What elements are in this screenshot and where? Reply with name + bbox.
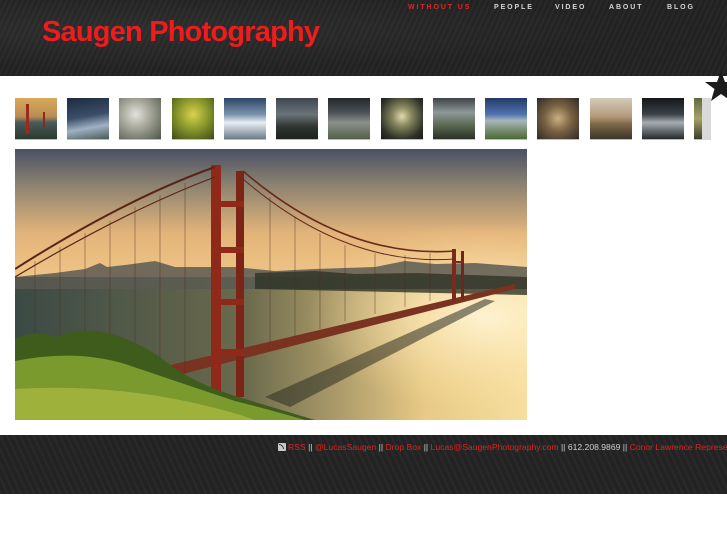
separator: ||	[423, 442, 429, 452]
site-header: Saugen Photography WITHOUT US PEOPLE VID…	[0, 0, 727, 76]
thumb-railway[interactable]	[433, 98, 475, 140]
nav-people[interactable]: PEOPLE	[494, 4, 534, 11]
nav-about[interactable]: ABOUT	[609, 4, 643, 11]
thumb-golden-gate[interactable]	[15, 98, 57, 140]
main-photo	[15, 149, 527, 420]
thumb-dark-interior[interactable]	[642, 98, 684, 140]
thumb-green-tree[interactable]	[172, 98, 214, 140]
site-title[interactable]: Saugen Photography	[42, 16, 320, 49]
thumbnail-scrollbar[interactable]	[702, 98, 711, 140]
thumb-gray-field[interactable]	[328, 98, 370, 140]
separator: ||	[560, 442, 566, 452]
thumb-dark-sky[interactable]	[67, 98, 109, 140]
thumb-partial[interactable]	[694, 98, 702, 140]
main-nav: WITHOUT US PEOPLE VIDEO ABOUT BLOG	[0, 4, 727, 16]
golden-gate-photo	[15, 149, 527, 420]
thumb-flower-plant[interactable]	[381, 98, 423, 140]
thumbnail-strip	[15, 98, 712, 141]
separator: ||	[308, 442, 313, 452]
footer-links: RSS || @LucasSaugen || Drop Box || Lucas…	[278, 442, 727, 452]
thumb-clouds[interactable]	[119, 98, 161, 140]
thumb-ruins[interactable]	[537, 98, 579, 140]
nav-without-us[interactable]: WITHOUT US	[408, 4, 471, 11]
phone-number: 612.208.9869	[567, 442, 621, 452]
representation-link[interactable]: Conor Lawrence Representation	[630, 442, 727, 452]
thumb-dark-landscape[interactable]	[276, 98, 318, 140]
site-footer: RSS || @LucasSaugen || Drop Box || Lucas…	[0, 435, 727, 494]
rss-link[interactable]: RSS	[288, 442, 306, 452]
dropbox-link[interactable]: Drop Box	[385, 442, 421, 452]
nav-video[interactable]: VIDEO	[555, 4, 586, 11]
separator: ||	[378, 442, 384, 452]
thumb-sunset-hills[interactable]	[590, 98, 632, 140]
thumb-blue-field[interactable]	[485, 98, 527, 140]
nav-blog[interactable]: BLOG	[667, 4, 695, 11]
thumb-waterfall[interactable]	[224, 98, 266, 140]
rss-icon[interactable]	[278, 443, 286, 451]
email-link[interactable]: Lucas@SaugenPhotography.com	[431, 442, 559, 452]
twitter-link[interactable]: @LucasSaugen	[315, 442, 376, 452]
separator: ||	[622, 442, 628, 452]
